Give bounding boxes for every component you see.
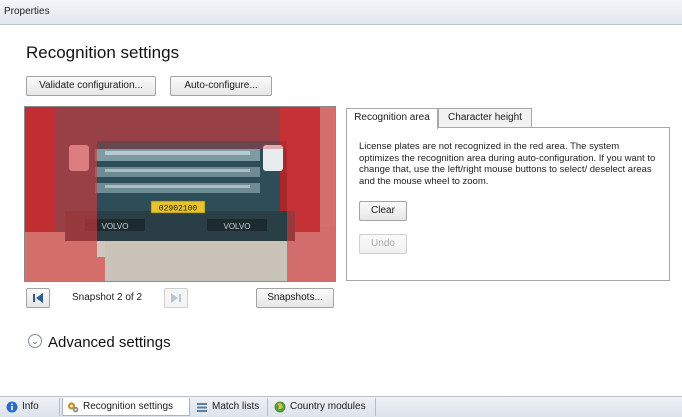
advanced-settings-expander[interactable]: ⌄ Advanced settings (28, 334, 171, 351)
next-snapshot-button[interactable] (164, 288, 188, 308)
tab-country-modules[interactable]: Country modules (270, 398, 376, 416)
auto-configure-button[interactable]: Auto-configure... (170, 76, 272, 96)
snapshot-image[interactable]: VOLVO VOLVO 02902100 (24, 106, 336, 282)
snapshot-counter: Snapshot 2 of 2 (72, 292, 143, 303)
page-title: Recognition settings (26, 43, 180, 62)
recognition-area-description: License plates are not recognized in the… (359, 141, 656, 187)
validate-configuration-button[interactable]: Validate configuration... (26, 76, 156, 96)
badge-left-text: VOLVO (102, 222, 129, 231)
snapshot-canvas[interactable]: VOLVO VOLVO 02902100 (25, 107, 335, 281)
tab-character-height[interactable]: Character height (438, 108, 532, 128)
info-icon (6, 401, 18, 413)
tab-recognition-settings-label: Recognition settings (83, 401, 174, 412)
bottom-tab-bar: Info Recognition settings Match lists Co… (0, 396, 682, 417)
badge-right-text: VOLVO (224, 222, 251, 231)
next-icon (171, 293, 181, 303)
tab-match-lists-label: Match lists (212, 401, 260, 412)
tab-info[interactable]: Info (2, 398, 60, 416)
window-titlebar: Properties (0, 0, 682, 25)
tab-recognition-settings[interactable]: Recognition settings (62, 398, 190, 416)
previous-snapshot-button[interactable] (26, 288, 50, 308)
recognition-area-panel: License plates are not recognized in the… (346, 127, 670, 281)
globe-icon (274, 401, 286, 413)
chevron-down-icon: ⌄ (28, 334, 42, 349)
tab-recognition-area[interactable]: Recognition area (346, 108, 438, 129)
gears-icon (67, 402, 79, 413)
snapshots-button[interactable]: Snapshots... (256, 288, 334, 308)
advanced-settings-label: Advanced settings (48, 334, 171, 351)
tab-country-modules-label: Country modules (290, 401, 366, 412)
list-icon (197, 403, 207, 412)
license-plate-text: 02902100 (159, 205, 198, 214)
undo-button[interactable]: Undo (359, 234, 407, 254)
tab-match-lists[interactable]: Match lists (192, 398, 268, 416)
clear-button[interactable]: Clear (359, 201, 407, 221)
previous-icon (33, 293, 43, 303)
window-title: Properties (4, 6, 50, 17)
tab-info-label: Info (22, 401, 39, 412)
